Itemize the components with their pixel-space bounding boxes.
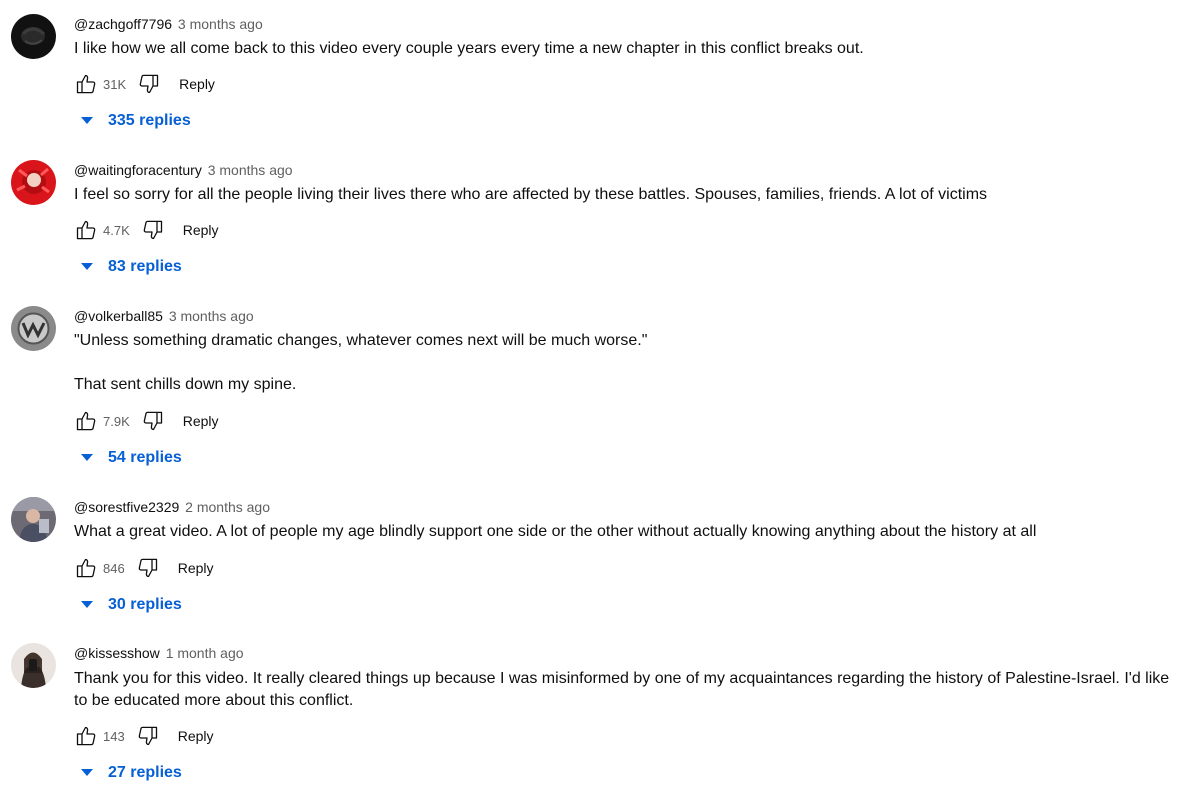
reply-button[interactable]: Reply (179, 76, 215, 92)
comment-text: "Unless something dramatic changes, what… (74, 332, 648, 393)
author-avatar[interactable] (11, 497, 56, 542)
comment-actions: 143 Reply (70, 720, 214, 752)
caret-down-icon (80, 451, 94, 465)
like-count: 4.7K (103, 222, 130, 238)
dislike-button[interactable] (133, 68, 165, 100)
caret-down-icon (80, 114, 94, 128)
like-button[interactable] (70, 405, 102, 437)
author-name[interactable]: @sorestfive2329 (74, 499, 179, 515)
view-replies-button[interactable]: 83 replies (80, 255, 182, 279)
replies-count-label: 54 replies (108, 449, 182, 466)
comment-header: @kissesshow 1 month ago (74, 643, 244, 663)
like-count: 846 (103, 560, 125, 576)
comment-actions: 7.9K Reply (70, 405, 219, 437)
thumbs-down-icon (143, 411, 162, 431)
thumbs-down-icon (138, 558, 157, 578)
thumbs-down-icon (138, 726, 157, 746)
dislike-button[interactable] (137, 405, 169, 437)
comment-timestamp[interactable]: 1 month ago (166, 645, 244, 661)
dislike-button[interactable] (132, 720, 164, 752)
comment-actions: 846 Reply (70, 552, 214, 584)
view-replies-button[interactable]: 54 replies (80, 446, 182, 470)
reply-button[interactable]: Reply (178, 560, 214, 576)
author-name[interactable]: @waitingforacentury (74, 162, 202, 178)
author-avatar[interactable] (11, 14, 56, 59)
comment-actions: 4.7K Reply (70, 214, 219, 246)
like-count: 7.9K (103, 413, 130, 429)
thumbs-up-icon (76, 411, 96, 431)
comment-text: I feel so sorry for all the people livin… (74, 186, 988, 203)
comment-timestamp[interactable]: 3 months ago (208, 162, 293, 178)
reply-button[interactable]: Reply (178, 728, 214, 744)
like-button[interactable] (70, 720, 102, 752)
author-name[interactable]: @kissesshow (74, 645, 160, 661)
like-button[interactable] (70, 68, 102, 100)
caret-down-icon (80, 598, 94, 612)
thumbs-up-icon (76, 558, 96, 578)
author-avatar[interactable] (11, 643, 56, 688)
thumbs-up-icon (76, 74, 96, 94)
comment-timestamp[interactable]: 2 months ago (185, 499, 270, 515)
view-replies-button[interactable]: 30 replies (80, 593, 182, 617)
author-avatar[interactable] (11, 160, 56, 205)
like-button[interactable] (70, 214, 102, 246)
view-replies-button[interactable]: 335 replies (80, 109, 191, 133)
thumbs-up-icon (76, 726, 96, 746)
thumbs-down-icon (143, 220, 162, 240)
view-replies-button[interactable]: 27 replies (80, 761, 182, 785)
reply-button[interactable]: Reply (183, 222, 219, 238)
comment-timestamp[interactable]: 3 months ago (169, 308, 254, 324)
comment-header: @zachgoff7796 3 months ago (74, 14, 263, 34)
comment-timestamp[interactable]: 3 months ago (178, 16, 263, 32)
caret-down-icon (80, 766, 94, 780)
comment-text: What a great video. A lot of people my a… (74, 523, 1037, 540)
caret-down-icon (80, 260, 94, 274)
thumbs-down-icon (139, 74, 159, 94)
author-name[interactable]: @volkerball85 (74, 308, 163, 324)
like-count: 31K (103, 76, 127, 92)
comment-actions: 31K Reply (70, 68, 215, 100)
replies-count-label: 27 replies (108, 764, 182, 781)
comment-header: @waitingforacentury 3 months ago (74, 160, 293, 180)
comment-text: I like how we all come back to this vide… (74, 40, 864, 57)
like-count: 143 (103, 728, 125, 744)
replies-count-label: 83 replies (108, 258, 182, 275)
dislike-button[interactable] (137, 214, 169, 246)
comment-header: @volkerball85 3 months ago (74, 306, 254, 326)
author-name[interactable]: @zachgoff7796 (74, 16, 172, 32)
replies-count-label: 335 replies (108, 112, 191, 129)
dislike-button[interactable] (132, 552, 164, 584)
thumbs-up-icon (76, 220, 96, 240)
reply-button[interactable]: Reply (183, 413, 219, 429)
comment-text: Thank you for this video. It really clea… (74, 670, 1174, 709)
author-avatar[interactable] (11, 306, 56, 351)
comment-header: @sorestfive2329 2 months ago (74, 497, 270, 517)
like-button[interactable] (70, 552, 102, 584)
replies-count-label: 30 replies (108, 596, 182, 613)
